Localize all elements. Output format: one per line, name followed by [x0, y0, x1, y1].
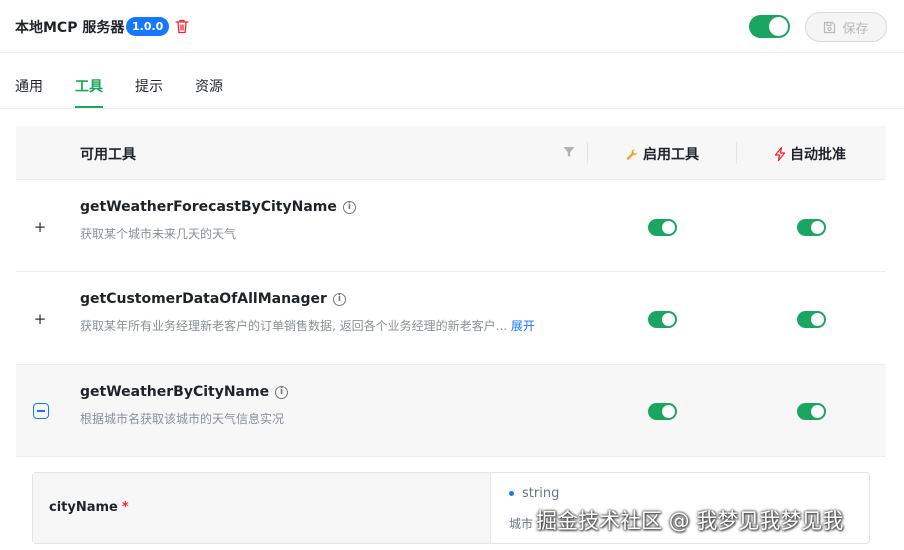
param-description: 城市	[509, 517, 534, 531]
save-icon	[824, 21, 836, 33]
trash-icon[interactable]	[175, 19, 189, 34]
expand-row-button[interactable]: +	[33, 312, 47, 327]
server-title: 本地MCP 服务器	[15, 20, 125, 36]
wrench-icon	[626, 148, 638, 160]
header-auto-approve: 自动批准	[774, 144, 846, 164]
table-row: getWeatherByCityName i 根据城市名获取该城市的天气信息实况	[16, 365, 886, 457]
auto-approve-toggle[interactable]	[797, 311, 826, 328]
auto-approve-toggle[interactable]	[797, 403, 826, 420]
table-row: + getCustomerDataOfAllManager i 获取某年所有业务…	[16, 272, 886, 365]
active-tab-indicator	[75, 106, 103, 108]
header-enable-tool: 启用工具	[626, 144, 699, 164]
table-header: 可用工具 启用工具 自动批准	[16, 126, 886, 180]
tab-bar: 通用 工具 提示 资源	[0, 54, 904, 109]
auto-approve-toggle[interactable]	[797, 219, 826, 236]
info-icon[interactable]: i	[332, 292, 346, 306]
column-divider	[587, 142, 588, 164]
header-available-tools: 可用工具	[80, 147, 136, 163]
watermark: 掘金技术社区 @ 我梦见我梦见我	[536, 509, 844, 533]
param-name-cell: cityName *	[33, 473, 491, 543]
param-name: cityName *	[49, 500, 129, 515]
tab-tools[interactable]: 工具	[75, 76, 103, 96]
info-icon[interactable]: i	[342, 200, 356, 214]
tool-description: 获取某年所有业务经理新老客户的订单销售数据, 返回各个业务经理的新老客户... …	[80, 319, 535, 333]
server-enable-toggle[interactable]	[749, 15, 790, 38]
table-row: + getWeatherForecastByCityName i 获取某个城市未…	[16, 180, 886, 272]
bullet-icon	[509, 491, 514, 496]
tool-description: 根据城市名获取该城市的天气信息实况	[80, 412, 285, 426]
expand-description-link[interactable]: 展开	[511, 319, 535, 333]
enable-tool-toggle[interactable]	[648, 403, 677, 420]
enable-tool-toggle[interactable]	[648, 311, 677, 328]
enable-tool-toggle[interactable]	[648, 219, 677, 236]
tab-resources[interactable]: 资源	[195, 76, 223, 96]
save-label: 保存	[842, 21, 869, 37]
tool-description: 获取某个城市未来几天的天气	[80, 227, 237, 241]
info-icon[interactable]: i	[275, 385, 289, 399]
expand-row-button[interactable]: +	[33, 220, 47, 235]
param-type: string	[509, 486, 559, 501]
collapse-row-button[interactable]	[33, 403, 49, 419]
server-header: 本地MCP 服务器 1.0.0 保存	[0, 0, 904, 53]
tool-name: getCustomerDataOfAllManager i	[80, 291, 346, 307]
tab-prompts[interactable]: 提示	[135, 76, 163, 96]
tab-general[interactable]: 通用	[15, 76, 43, 96]
save-button[interactable]: 保存	[805, 12, 887, 42]
required-mark: *	[121, 500, 129, 515]
bolt-icon	[774, 147, 786, 161]
filter-icon[interactable]	[563, 146, 575, 158]
tool-name: getWeatherForecastByCityName i	[80, 199, 356, 215]
version-badge: 1.0.0	[126, 17, 170, 36]
column-divider	[736, 142, 737, 164]
tool-name: getWeatherByCityName i	[80, 384, 289, 400]
